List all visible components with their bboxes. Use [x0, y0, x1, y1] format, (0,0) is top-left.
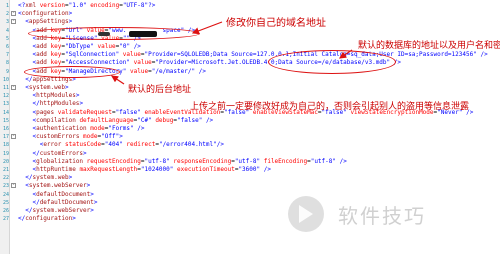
annotation-domain: 修改你自己的域名地址	[226, 18, 326, 29]
annotation-database: 默认的数据库的地址以及用户名和密码	[358, 41, 500, 51]
watermark-text: 软件技巧	[338, 204, 426, 228]
watermark-logo-icon	[288, 196, 324, 232]
annotation-admin-path: 默认的后台地址	[128, 85, 192, 95]
xml-editor[interactable]: 1 <?xml version="1.0" encoding="UTF-8"?> 2…	[0, 0, 500, 254]
annotation-warning: 上传之前一定要修改好成为自己的，否则会引起别人的盗用等信息泄露	[190, 102, 470, 112]
